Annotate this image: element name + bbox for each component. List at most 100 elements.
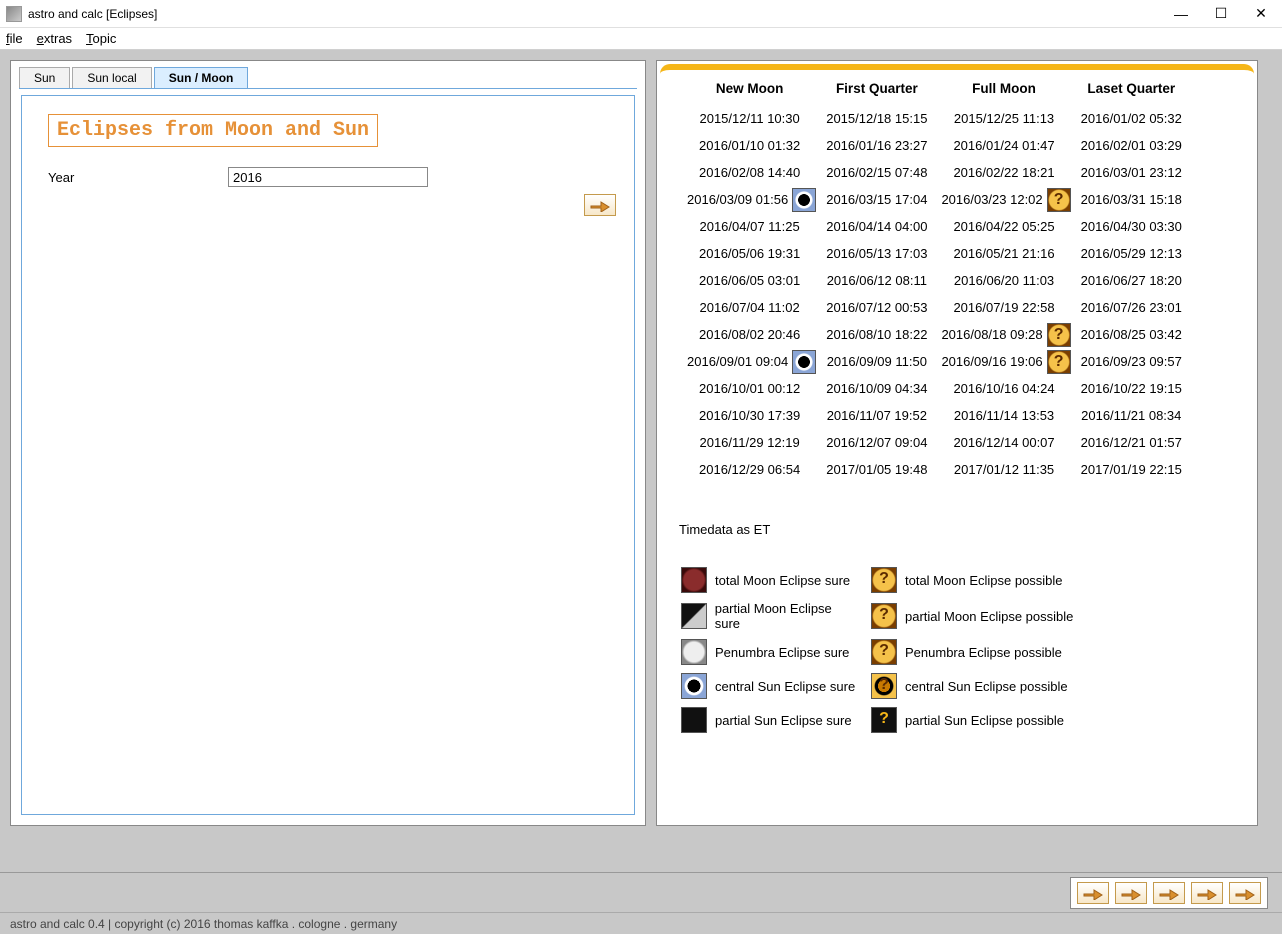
penumbra-eclipse-icon [681,639,707,665]
moon-cell-new-moon: 2016/02/08 14:40 [681,160,818,185]
table-row: 2016/02/08 14:402016/02/15 07:482016/02/… [681,160,1188,185]
moon-cell-full-moon: 2016/03/23 12:02 [935,187,1072,212]
toolbar-button-3[interactable] [1153,882,1185,904]
col-full-moon: Full Moon [935,77,1072,104]
table-row: 2016/03/09 01:562016/03/15 17:042016/03/… [681,187,1188,212]
moon-cell-first-quarter: 2016/10/09 04:34 [820,376,933,401]
window-close-button[interactable]: ✕ [1250,5,1272,22]
col-new-moon: New Moon [681,77,818,104]
workspace: Sun Sun local Sun / Moon Eclipses from M… [0,50,1282,872]
calculate-button[interactable] [584,194,616,216]
tab-sun[interactable]: Sun [19,67,70,88]
moon-cell-first-quarter: 2016/09/09 11:50 [820,349,933,374]
menubar: file extras Topic [0,28,1282,50]
tab-sun-local[interactable]: Sun local [72,67,151,88]
total-moon-eclipse-icon [681,567,707,593]
moon-cell-full-moon: 2015/12/25 11:13 [935,106,1072,131]
table-row: 2015/12/11 10:302015/12/18 15:152015/12/… [681,106,1188,131]
window-maximize-button[interactable]: ☐ [1210,5,1232,22]
total-moon-eclipse-possible-icon [871,567,897,593]
legend-label: partial Sun Eclipse sure [715,713,852,728]
right-panel: New Moon First Quarter Full Moon Laset Q… [656,60,1258,826]
menu-extras[interactable]: extras [37,31,72,46]
table-row: 2016/01/10 01:322016/01/16 23:272016/01/… [681,133,1188,158]
moon-cell-new-moon: 2015/12/11 10:30 [681,106,818,131]
moon-cell-full-moon: 2016/11/14 13:53 [935,403,1072,428]
moon-cell-new-moon: 2016/08/02 20:46 [681,322,818,347]
col-first-quarter: First Quarter [820,77,933,104]
table-row: 2016/08/02 20:462016/08/10 18:222016/08/… [681,322,1188,347]
moon-cell-last-quarter: 2016/03/31 15:18 [1075,187,1188,212]
status-text: astro and calc 0.4 | copyright (c) 2016 … [10,917,397,931]
tab-sun-moon[interactable]: Sun / Moon [154,67,249,88]
moon-cell-last-quarter: 2016/12/21 01:57 [1075,430,1188,455]
partial-moon-eclipse-possible-icon [871,603,897,629]
moon-cell-last-quarter: 2016/05/29 12:13 [1075,241,1188,266]
legend-label: total Moon Eclipse sure [715,573,850,588]
bottom-toolbar [0,872,1282,912]
moon-cell-full-moon: 2016/04/22 05:25 [935,214,1072,239]
table-row: 2016/05/06 19:312016/05/13 17:032016/05/… [681,241,1188,266]
pointer-hand-icon [1196,886,1218,900]
menu-topic[interactable]: Topic [86,31,116,46]
moon-cell-full-moon: 2016/10/16 04:24 [935,376,1072,401]
table-row: 2016/07/04 11:022016/07/12 00:532016/07/… [681,295,1188,320]
moon-cell-new-moon: 2016/07/04 11:02 [681,295,818,320]
moon-cell-last-quarter: 2016/03/01 23:12 [1075,160,1188,185]
moon-cell-last-quarter: 2017/01/19 22:15 [1075,457,1188,482]
moon-cell-new-moon: 2016/12/29 06:54 [681,457,818,482]
pointer-hand-icon [1234,886,1256,900]
window-title: astro and calc [Eclipses] [28,7,1170,21]
pointer-hand-icon [1082,886,1104,900]
legend-label: Penumbra Eclipse possible [905,645,1062,660]
eclipses-heading: Eclipses from Moon and Sun [48,114,378,147]
moon-cell-new-moon: 2016/11/29 12:19 [681,430,818,455]
moon-possible-icon [1047,188,1071,212]
moon-cell-first-quarter: 2016/03/15 17:04 [820,187,933,212]
moon-cell-first-quarter: 2016/05/13 17:03 [820,241,933,266]
legend-label: partial Sun Eclipse possible [905,713,1064,728]
moon-cell-new-moon: 2016/01/10 01:32 [681,133,818,158]
partial-sun-eclipse-possible-icon [871,707,897,733]
partial-sun-eclipse-icon [681,707,707,733]
moon-cell-last-quarter: 2016/01/02 05:32 [1075,106,1188,131]
moon-possible-icon [1047,323,1071,347]
sun-central-icon [792,188,816,212]
toolbar-button-1[interactable] [1077,882,1109,904]
moon-cell-first-quarter: 2016/12/07 09:04 [820,430,933,455]
table-row: 2016/10/30 17:392016/11/07 19:522016/11/… [681,403,1188,428]
partial-moon-eclipse-icon [681,603,707,629]
table-row: 2016/10/01 00:122016/10/09 04:342016/10/… [681,376,1188,401]
moon-cell-first-quarter: 2015/12/18 15:15 [820,106,933,131]
moon-cell-first-quarter: 2016/08/10 18:22 [820,322,933,347]
table-row: 2016/04/07 11:252016/04/14 04:002016/04/… [681,214,1188,239]
tab-strip: Sun Sun local Sun / Moon [19,67,637,89]
legend-label: central Sun Eclipse possible [905,679,1068,694]
app-icon [6,6,22,22]
menu-file[interactable]: file [6,31,23,46]
moon-cell-new-moon: 2016/10/01 00:12 [681,376,818,401]
pointer-hand-icon [1120,886,1142,900]
moon-cell-last-quarter: 2016/11/21 08:34 [1075,403,1188,428]
central-sun-eclipse-possible-icon [871,673,897,699]
penumbra-eclipse-possible-icon [871,639,897,665]
legend-label: central Sun Eclipse sure [715,679,855,694]
year-input[interactable] [228,167,428,187]
moon-cell-first-quarter: 2016/02/15 07:48 [820,160,933,185]
moon-cell-full-moon: 2016/01/24 01:47 [935,133,1072,158]
moon-cell-full-moon: 2016/08/18 09:28 [935,322,1072,347]
moon-cell-full-moon: 2016/12/14 00:07 [935,430,1072,455]
tab-body: Eclipses from Moon and Sun Year [21,95,635,815]
moon-cell-full-moon: 2017/01/12 11:35 [935,457,1072,482]
toolbar-button-4[interactable] [1191,882,1223,904]
moon-cell-full-moon: 2016/06/20 11:03 [935,268,1072,293]
col-last-quarter: Laset Quarter [1075,77,1188,104]
toolbar-button-2[interactable] [1115,882,1147,904]
timedata-note: Timedata as ET [679,522,1247,537]
window-minimize-button[interactable]: — [1170,6,1192,22]
moon-cell-new-moon: 2016/09/01 09:04 [681,349,818,374]
moon-cell-last-quarter: 2016/04/30 03:30 [1075,214,1188,239]
legend: total Moon Eclipse sure total Moon Eclip… [679,567,1247,733]
table-row: 2016/06/05 03:012016/06/12 08:112016/06/… [681,268,1188,293]
toolbar-button-5[interactable] [1229,882,1261,904]
